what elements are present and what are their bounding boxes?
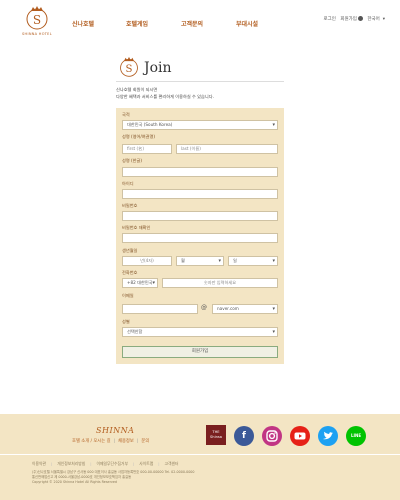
globe-icon xyxy=(357,16,363,21)
customer-center-link[interactable]: 고객센터 xyxy=(165,461,179,466)
join-header: S Join xyxy=(116,56,284,82)
name-ko-input[interactable] xyxy=(122,167,278,177)
facebook-icon[interactable]: f xyxy=(234,426,254,446)
site-footer: SHINNA 호텔 소개 / 오시는 길 | 채용정보 | 문의 THE Shinsa … xyxy=(0,414,400,500)
copyright: (주)신나호텔 서울특별시 강남구 신사동 000 대표이사 홍길동 사업자등록… xyxy=(32,470,282,485)
email-id-input[interactable] xyxy=(122,304,198,314)
youtube-icon[interactable] xyxy=(290,426,310,446)
footer-bottom-links: 이용약관 | 개인정보처리방침 | 이메일무단수집거부 | 사이트맵 | 고객센터 xyxy=(32,461,178,467)
separator: | xyxy=(132,461,135,466)
the-shinsa-logo[interactable]: THE Shinsa xyxy=(206,425,226,445)
signup-submit-button[interactable]: 회원가입 xyxy=(122,346,278,358)
chevron-down-icon: ▾ xyxy=(382,17,385,22)
password-label: 비밀번호 xyxy=(122,203,138,208)
line-icon[interactable]: LINE xyxy=(346,426,366,446)
country-select[interactable]: 대한민국 (South Korea) xyxy=(122,120,278,130)
birth-month-select[interactable]: 월 xyxy=(176,256,224,266)
svg-text:S: S xyxy=(126,64,133,75)
footer-link-about[interactable]: 호텔 소개 / 오시는 길 xyxy=(72,439,111,444)
footer-brand: SHINNA xyxy=(96,426,135,435)
separator: | xyxy=(113,439,115,444)
intro-text: 신나호텔 회원이 되시면 다양한 혜택과 서비스를 편리하게 이용하실 수 있습… xyxy=(116,86,286,100)
page-title: Join xyxy=(144,60,172,76)
separator: | xyxy=(136,439,139,444)
separator: | xyxy=(90,461,92,466)
password-input[interactable] xyxy=(122,211,278,221)
terms-link[interactable]: 이용약관 xyxy=(32,461,46,466)
instagram-icon[interactable] xyxy=(262,426,282,446)
gender-select[interactable]: 선택안함 xyxy=(122,327,278,337)
email-label: 이메일 xyxy=(122,293,134,298)
site-header: S SHINNA HOTEL 신나호텔 호텔게임 고객문의 부대시설 로그인 회… xyxy=(0,0,400,44)
nav-item-hotel[interactable]: 신나호텔 xyxy=(72,19,94,28)
footer-link-careers[interactable]: 채용정보 xyxy=(118,439,134,444)
intro-line: 신나호텔 회원이 되시면 xyxy=(116,87,158,92)
email-at-sign: @ xyxy=(201,304,207,311)
language-selector[interactable]: 한국어 xyxy=(367,17,379,22)
email-domain-select[interactable]: naver.com xyxy=(212,304,278,314)
last-name-input[interactable]: last (이름) xyxy=(176,144,278,154)
signup-link[interactable]: 회원가입 xyxy=(340,17,357,22)
nav-item-contact[interactable]: 고객문의 xyxy=(181,19,203,28)
separator: | xyxy=(50,461,53,466)
email-policy-link[interactable]: 이메일무단수집거부 xyxy=(97,461,128,466)
footer-divider xyxy=(0,454,400,455)
phone-input[interactable]: 숫자만 입력하세요 xyxy=(162,278,278,288)
crest-icon: S xyxy=(118,56,140,82)
first-name-input[interactable]: first (名) xyxy=(122,144,172,154)
join-form: 국적 대한민국 (South Korea) 성명 (영어/여권명) first … xyxy=(116,108,284,364)
password-confirm-label: 비밀번호 재확인 xyxy=(122,225,151,230)
crest-icon: S xyxy=(26,6,48,30)
separator: | xyxy=(158,461,160,466)
birth-year-input[interactable]: 년(4자) xyxy=(122,256,172,266)
nav-item-game[interactable]: 호텔게임 xyxy=(126,19,148,28)
copyright-line: Copyright © 2020 Shinna Hotel All Rights… xyxy=(32,480,117,484)
id-label: 아이디 xyxy=(122,181,134,186)
svg-text:S: S xyxy=(33,13,41,27)
password-confirm-input[interactable] xyxy=(122,233,278,243)
name-ko-label: 성명 (한글) xyxy=(122,158,143,163)
hotel-logo[interactable]: S SHINNA HOTEL xyxy=(22,5,52,36)
sitemap-link[interactable]: 사이트맵 xyxy=(139,461,153,466)
twitter-icon[interactable] xyxy=(318,426,338,446)
logo-text: SHINNA HOTEL xyxy=(22,32,52,36)
footer-links: 호텔 소개 / 오시는 길 | 채용정보 | 문의 xyxy=(72,438,149,444)
birth-day-select[interactable]: 일 xyxy=(228,256,278,266)
login-link[interactable]: 로그인 xyxy=(323,17,335,22)
nav-item-facilities[interactable]: 부대시설 xyxy=(236,19,258,28)
intro-line: 다양한 혜택과 서비스를 편리하게 이용하실 수 있습니다. xyxy=(116,94,214,99)
phone-country-select[interactable]: +82 대한민국 xyxy=(122,278,158,288)
country-label: 국적 xyxy=(122,112,130,117)
birth-label: 생년월일 xyxy=(122,248,138,253)
footer-link-inquiry[interactable]: 문의 xyxy=(141,439,149,444)
the-shinsa-line: Shinsa xyxy=(210,435,222,439)
id-input[interactable] xyxy=(122,189,278,199)
name-en-label: 성명 (영어/여권명) xyxy=(122,134,155,139)
phone-label: 전화번호 xyxy=(122,270,138,275)
utility-menu: 로그인 회원가입 한국어 ▾ xyxy=(320,16,385,22)
gender-label: 성별 xyxy=(122,319,130,324)
privacy-link[interactable]: 개인정보처리방침 xyxy=(57,461,85,466)
